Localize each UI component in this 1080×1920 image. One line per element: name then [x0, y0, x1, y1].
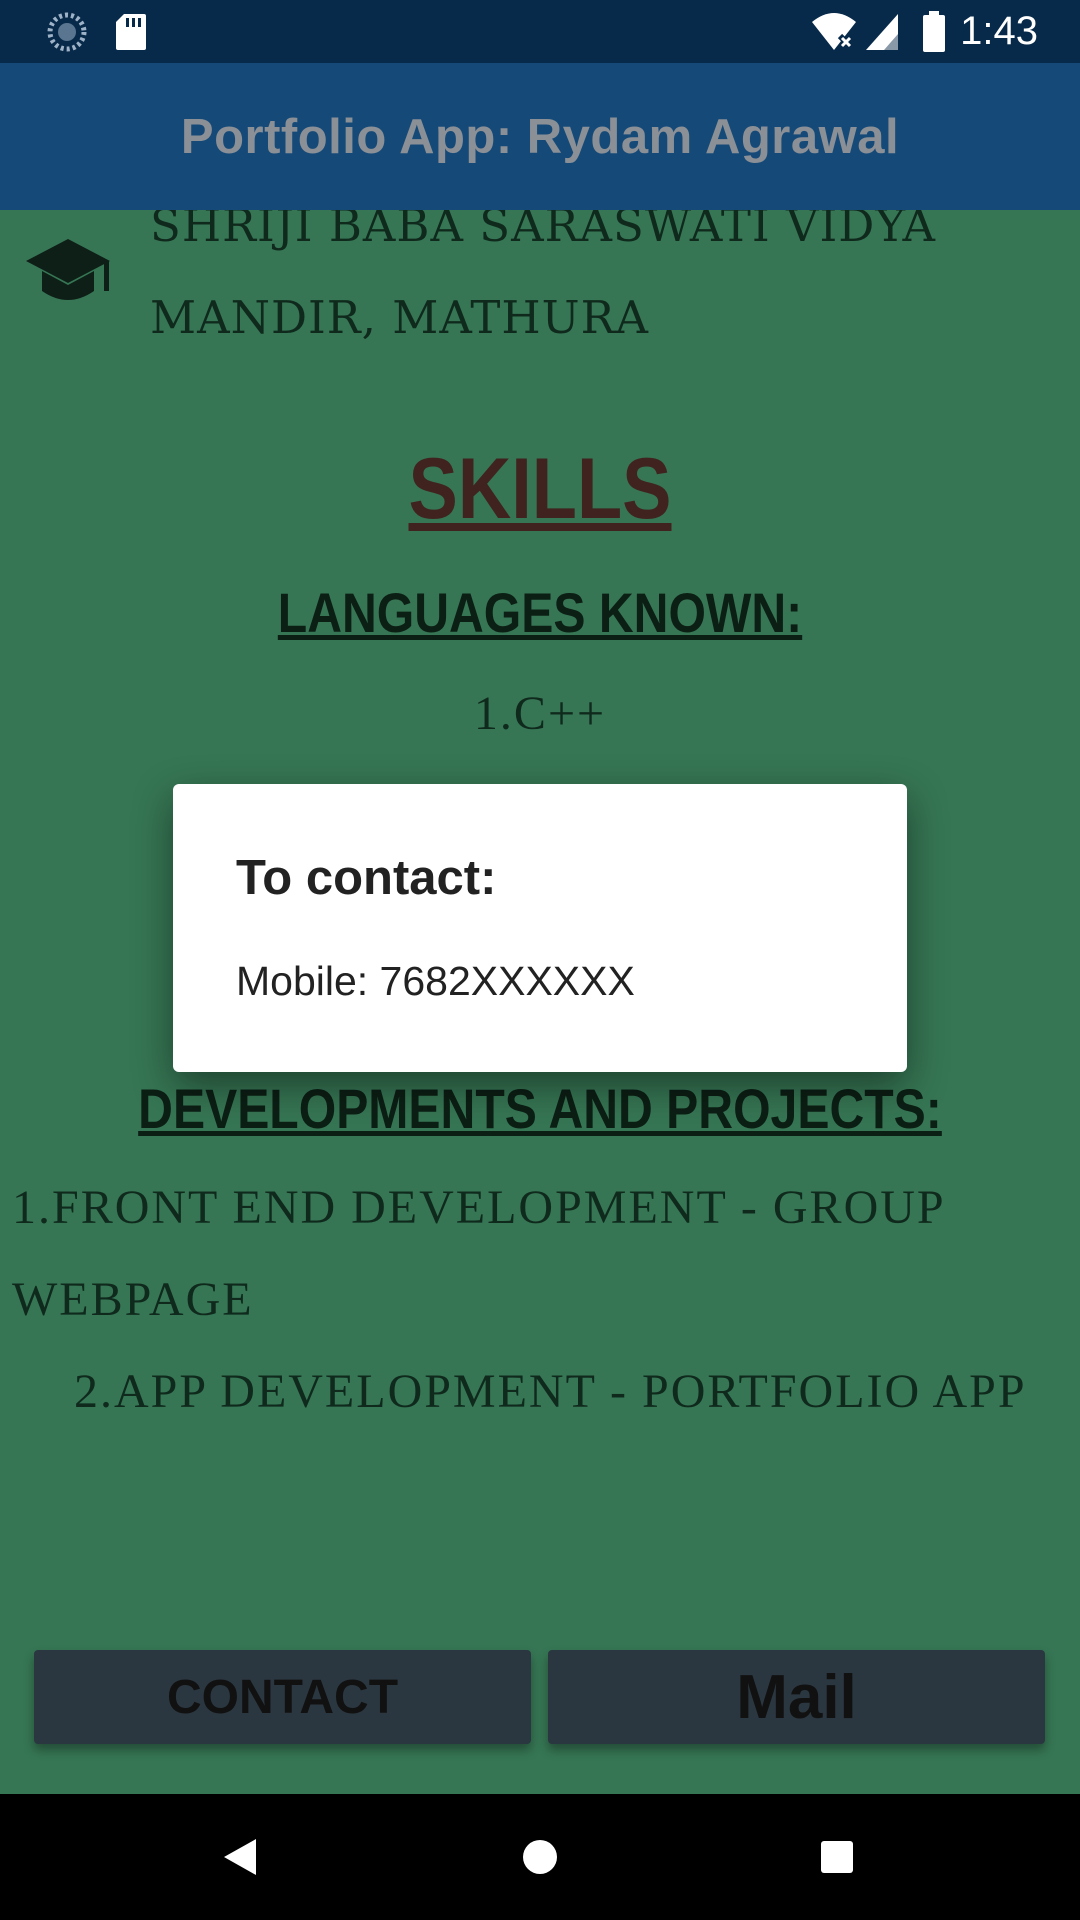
home-icon[interactable]: [490, 1794, 590, 1920]
dialog-message: Mobile: 7682XXXXXX: [236, 958, 635, 1004]
contact-dialog: To contact: Mobile: 7682XXXXXX: [173, 784, 907, 1072]
dialog-title: To contact:: [236, 851, 497, 905]
navigation-bar: [0, 1794, 1080, 1920]
back-icon[interactable]: [190, 1794, 290, 1920]
recents-icon[interactable]: [787, 1794, 887, 1920]
